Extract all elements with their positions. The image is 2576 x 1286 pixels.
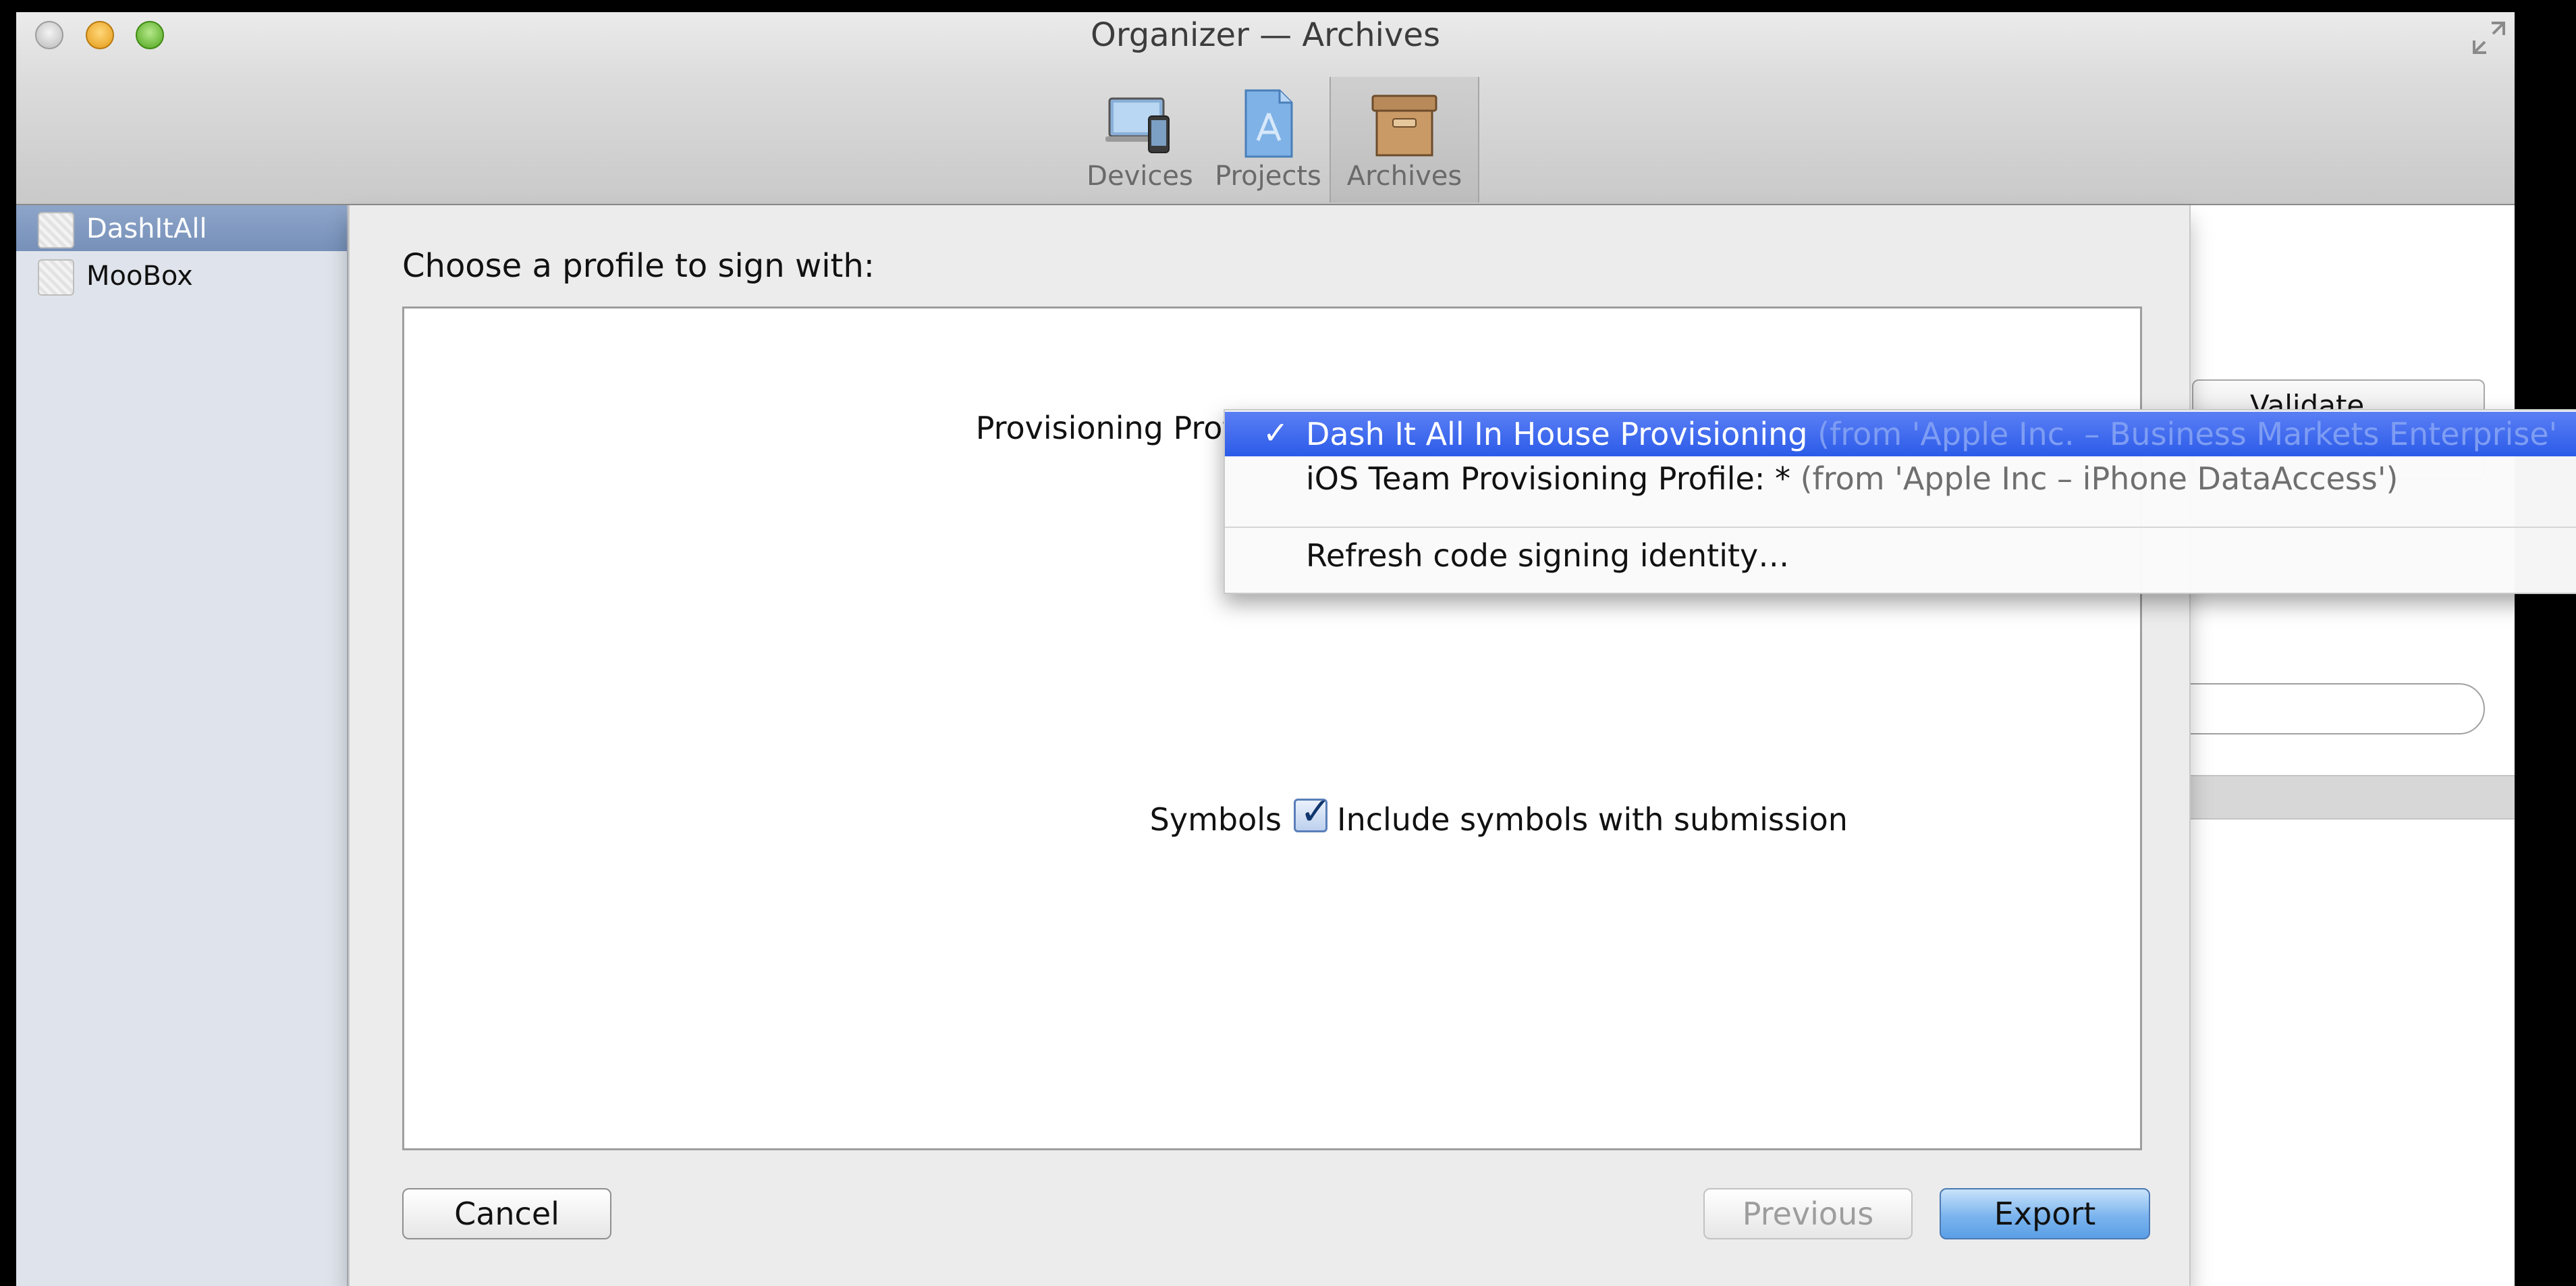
fullscreen-icon[interactable]: [2470, 19, 2508, 57]
menu-item-refresh-identity[interactable]: Refresh code signing identity…: [1225, 533, 2576, 578]
app-icon: [38, 212, 74, 248]
menu-item-source: (from 'Apple Inc – iPhone DataAccess'): [1800, 460, 2399, 497]
archive-sidebar: DashItAll MooBox: [16, 205, 348, 1286]
toolbar-projects-label: Projects: [1215, 161, 1321, 192]
export-sheet: Choose a profile to sign with: Provision…: [348, 205, 2191, 1286]
devices-icon: [1105, 97, 1170, 153]
menu-item-label: Dash It All In House Provisioning: [1306, 416, 1808, 452]
window-toolbar: Organizer — Archives Devices Projects Ar…: [16, 12, 2515, 205]
window-title: Organizer — Archives: [1091, 16, 1440, 54]
checkmark-icon: ✓: [1300, 790, 1332, 834]
toolbar-devices[interactable]: Devices: [1069, 77, 1211, 203]
menu-item-dash-it-all-profile[interactable]: ✓ Dash It All In House Provisioning (fro…: [1225, 412, 2576, 456]
checkmark-icon: ✓: [1263, 414, 1289, 451]
export-button[interactable]: Export: [1940, 1188, 2150, 1239]
menu-item-label: Refresh code signing identity…: [1306, 537, 1790, 574]
include-symbols-label[interactable]: Include symbols with submission: [1337, 801, 1848, 838]
cancel-button[interactable]: Cancel: [402, 1188, 611, 1239]
toolbar-devices-label: Devices: [1087, 161, 1193, 192]
toolbar-projects[interactable]: Projects: [1204, 77, 1332, 203]
menu-item-source: (from 'Apple Inc. – Business Markets Ent…: [1817, 416, 2558, 452]
toolbar-archives[interactable]: Archives: [1330, 77, 1479, 203]
app-icon: [38, 259, 74, 296]
archives-icon: [1371, 95, 1437, 157]
organizer-window: Organizer — Archives Devices Projects Ar…: [16, 12, 2515, 1286]
menu-item-ios-team-profile[interactable]: iOS Team Provisioning Profile: * (from '…: [1225, 456, 2576, 501]
symbols-label: Symbols: [1149, 801, 1282, 838]
sidebar-item-label: MooBox: [86, 261, 193, 292]
toolbar-archives-label: Archives: [1346, 161, 1462, 192]
sidebar-item-moobox[interactable]: MooBox: [16, 252, 347, 298]
include-symbols-checkbox[interactable]: ✓: [1294, 790, 1332, 834]
menu-separator: [1225, 527, 2576, 528]
list-header: [2189, 775, 2515, 820]
menu-item-label: iOS Team Provisioning Profile: *: [1306, 460, 1790, 497]
projects-icon: [1244, 89, 1293, 158]
sidebar-item-label: DashItAll: [86, 213, 207, 244]
previous-button[interactable]: Previous: [1703, 1188, 1913, 1239]
sidebar-item-dashitall[interactable]: DashItAll: [16, 205, 347, 251]
sheet-heading: Choose a profile to sign with:: [402, 247, 875, 285]
provisioning-profile-menu: ✓ Dash It All In House Provisioning (fro…: [1224, 409, 2576, 594]
search-field[interactable]: [2149, 683, 2485, 734]
